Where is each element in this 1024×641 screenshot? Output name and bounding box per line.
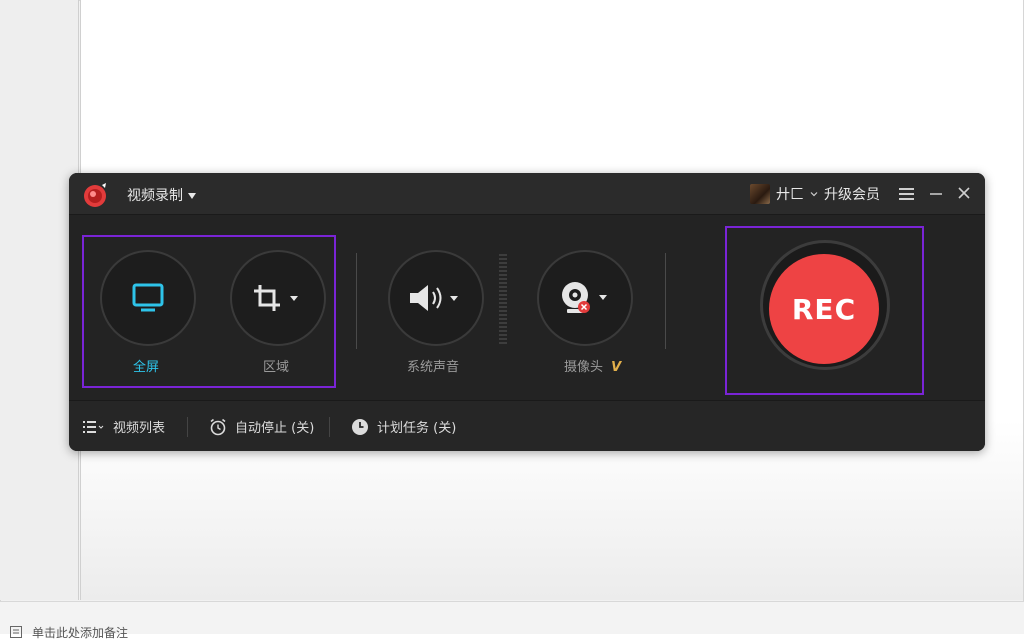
minimize-icon[interactable]: [927, 185, 947, 203]
region-label: 区域: [263, 360, 290, 375]
video-list-label: 视频列表: [113, 421, 166, 436]
speaker-icon: [410, 285, 458, 311]
recorder-titlebar[interactable]: 视频录制 廾匚 升级会员: [69, 173, 985, 215]
monitor-icon: [132, 283, 164, 312]
system-audio-label: 系统声音: [407, 360, 460, 375]
scheduled-task-button[interactable]: 计划任务 (关): [351, 417, 456, 436]
list-icon: [83, 420, 104, 433]
avatar: [750, 184, 770, 204]
chevron-down-icon: [188, 193, 196, 199]
notes-bar[interactable]: 单击此处添加备注: [0, 601, 1024, 640]
fullscreen-label: 全屏: [133, 360, 160, 375]
vip-badge: V: [611, 360, 622, 375]
divider: [665, 253, 666, 349]
scheduled-task-label: 计划任务 (关): [377, 421, 457, 436]
close-icon[interactable]: [955, 185, 975, 203]
video-list-button[interactable]: 视频列表: [83, 417, 165, 436]
divider: [356, 253, 357, 349]
mode-dropdown[interactable]: 视频录制: [127, 185, 196, 205]
mode-label: 视频录制: [127, 188, 183, 204]
slide-thumbnail-pane: [0, 0, 79, 600]
divider: [329, 417, 330, 437]
menu-icon[interactable]: [897, 185, 917, 203]
chevron-down-icon: [810, 192, 818, 197]
rec-button[interactable]: REC: [769, 254, 879, 364]
app-logo-icon: [84, 183, 106, 207]
webcam-icon: [562, 282, 607, 313]
system-audio-button[interactable]: [388, 250, 484, 346]
user-name: 廾匚: [776, 187, 804, 203]
crop-icon: [254, 285, 298, 311]
user-account-menu[interactable]: 廾匚: [750, 184, 818, 204]
recorder-bottombar: 视频列表 自动停止 (关) 计划任务 (关): [69, 400, 985, 451]
clock-icon: [352, 418, 368, 435]
camera-label: 摄像头 V: [564, 356, 621, 375]
notes-icon: [10, 626, 22, 638]
auto-stop-label: 自动停止 (关): [235, 421, 315, 436]
region-button[interactable]: [230, 250, 326, 346]
auto-stop-button[interactable]: 自动停止 (关): [209, 417, 314, 436]
camera-button[interactable]: [537, 250, 633, 346]
alarm-clock-icon: [210, 418, 226, 435]
upgrade-vip-link[interactable]: 升级会员: [824, 184, 880, 204]
audio-level-meter: [499, 254, 507, 344]
notes-hint: 单击此处添加备注: [32, 626, 129, 640]
camera-label-text: 摄像头: [564, 360, 604, 375]
fullscreen-button[interactable]: [100, 250, 196, 346]
divider: [187, 417, 188, 437]
